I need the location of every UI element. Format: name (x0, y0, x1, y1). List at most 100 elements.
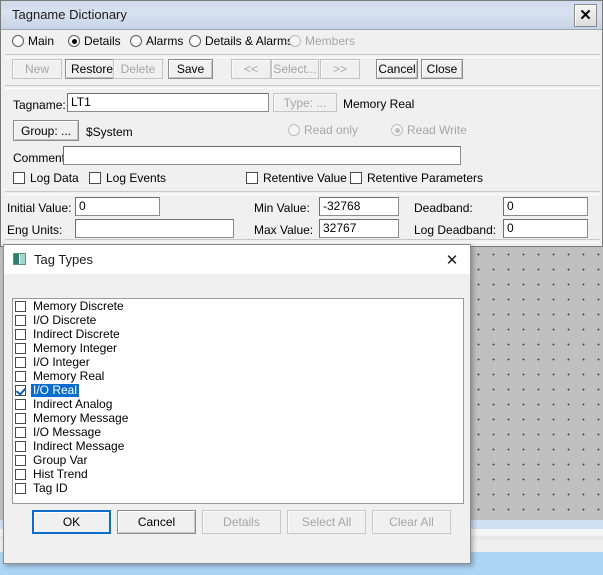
close-icon[interactable]: ✕ (574, 4, 597, 27)
checkbox-icon[interactable] (15, 412, 26, 424)
tag-types-button-row: OK Cancel Details Select All Clear All (4, 510, 472, 540)
list-item[interactable]: Memory Real (13, 369, 463, 383)
toolbar: New Restore Delete Save << Select... >> … (1, 59, 603, 83)
radio-dot-read-only (288, 124, 300, 136)
checkbox-icon[interactable] (15, 440, 26, 452)
log-deadband-input[interactable]: 0 (503, 219, 588, 238)
radio-alarms[interactable]: Alarms (130, 34, 183, 48)
next-button[interactable]: >> (320, 59, 360, 79)
tagname-input[interactable]: LT1 (67, 93, 269, 112)
group-button[interactable]: Group: ... (13, 120, 79, 141)
checkbox-icon[interactable] (15, 482, 26, 494)
list-item-label: I/O Discrete (33, 312, 97, 327)
radio-label-read-only: Read only (304, 123, 359, 137)
eng-units-input[interactable] (75, 219, 234, 238)
checkbox-log-data[interactable]: Log Data (13, 171, 79, 185)
tag-types-listbox[interactable]: Memory Discrete I/O Discrete Indirect Disc… (12, 298, 464, 504)
radio-label-members: Members (305, 34, 356, 48)
list-item[interactable]: I/O Integer (13, 355, 463, 369)
details-button[interactable]: Details (202, 510, 281, 534)
radio-details-and-alarms[interactable]: Details & Alarms (189, 34, 293, 48)
checkbox-log-events[interactable]: Log Events (89, 171, 166, 185)
page-title: Tagname Dictionary (12, 7, 127, 22)
deadband-input[interactable]: 0 (503, 197, 588, 216)
close-button[interactable]: Close (421, 59, 463, 79)
checkbox-icon[interactable] (15, 300, 26, 312)
list-item[interactable]: Memory Integer (13, 341, 463, 355)
deadband-label: Deadband: (414, 201, 473, 215)
checkbox-retentive-parameters[interactable]: Retentive Parameters (350, 171, 483, 185)
max-value-label: Max Value: (254, 223, 314, 237)
clear-all-button[interactable]: Clear All (372, 510, 451, 534)
view-mode-radio-group: Main Details Alarms Details & Alarms Mem… (1, 30, 603, 54)
select-button[interactable]: Select... (271, 59, 319, 79)
list-item[interactable]: Group Var (13, 453, 463, 467)
eng-units-label: Eng Units: (7, 223, 63, 237)
new-button[interactable]: New (12, 59, 62, 79)
checkbox-icon[interactable] (15, 398, 26, 410)
list-item-label: Indirect Analog (33, 396, 113, 411)
tagname-dictionary-window: Tagname Dictionary ✕ Main Details Alarms… (0, 0, 603, 247)
checkbox-icon[interactable] (15, 454, 26, 466)
cancel-button[interactable]: Cancel (117, 510, 196, 534)
list-item[interactable]: Memory Message (13, 411, 463, 425)
list-item-label: I/O Integer (33, 354, 90, 369)
checkbox-box-retentive-value (246, 172, 258, 184)
cancel-button[interactable]: Cancel (376, 59, 418, 79)
checkbox-icon[interactable] (15, 468, 26, 480)
radio-read-only: Read only (288, 123, 358, 137)
checkbox-box-log-data (13, 172, 25, 184)
type-button[interactable]: Type: ... (273, 93, 337, 112)
ok-button[interactable]: OK (32, 510, 111, 534)
select-all-button[interactable]: Select All (287, 510, 366, 534)
comment-input[interactable] (63, 146, 461, 165)
close-icon[interactable]: ✕ (443, 251, 461, 269)
radio-dot-members (289, 35, 301, 47)
list-item-label: Hist Trend (33, 466, 88, 481)
restore-button[interactable]: Restore (65, 59, 119, 79)
list-item[interactable]: Indirect Message (13, 439, 463, 453)
list-item[interactable]: Indirect Analog (13, 397, 463, 411)
tagname-dictionary-titlebar[interactable]: Tagname Dictionary ✕ (1, 1, 602, 30)
radio-main[interactable]: Main (12, 34, 54, 48)
radio-dot-read-write (391, 124, 403, 136)
initial-value-input[interactable]: 0 (75, 197, 160, 216)
separator-bottom (5, 239, 600, 243)
list-item[interactable]: Indirect Discrete (13, 327, 463, 341)
checkbox-icon[interactable] (15, 314, 26, 326)
list-item-label: I/O Message (33, 424, 102, 439)
min-value-label: Min Value: (254, 201, 310, 215)
checkbox-icon[interactable] (15, 384, 26, 396)
checkbox-icon[interactable] (15, 342, 26, 354)
delete-button[interactable]: Delete (113, 59, 163, 79)
list-item[interactable]: I/O Real (13, 383, 463, 397)
separator-top (5, 54, 600, 58)
checkbox-icon[interactable] (15, 370, 26, 382)
list-item[interactable]: I/O Message (13, 425, 463, 439)
checkbox-label-retentive-value: Retentive Value (263, 171, 347, 185)
type-value: Memory Real (343, 97, 415, 111)
min-value-input[interactable]: -32768 (319, 197, 399, 216)
list-item[interactable]: I/O Discrete (13, 313, 463, 327)
radio-label-details-and-alarms: Details & Alarms (205, 34, 294, 48)
checkbox-icon[interactable] (15, 328, 26, 340)
radio-read-write: Read Write (391, 123, 467, 137)
list-item[interactable]: Tag ID (13, 481, 463, 495)
tag-types-dialog: Tag Types ✕ Memory Discrete I/O Discrete I… (3, 244, 471, 564)
checkbox-label-retentive-parameters: Retentive Parameters (367, 171, 484, 185)
checkbox-icon[interactable] (15, 426, 26, 438)
tagname-label: Tagname: (13, 98, 66, 112)
checkbox-retentive-value[interactable]: Retentive Value (246, 171, 347, 185)
radio-details[interactable]: Details (68, 34, 121, 48)
list-item[interactable]: Memory Discrete (13, 299, 463, 313)
list-item-label: Indirect Message (33, 438, 125, 453)
save-button[interactable]: Save (168, 59, 213, 79)
max-value-input[interactable]: 32767 (319, 219, 399, 238)
checkbox-icon[interactable] (15, 356, 26, 368)
prev-button[interactable]: << (231, 59, 271, 79)
initial-value-label: Initial Value: (7, 201, 72, 215)
app-icon (13, 253, 26, 265)
list-item[interactable]: Hist Trend (13, 467, 463, 481)
tag-types-titlebar[interactable]: Tag Types ✕ (4, 245, 470, 274)
list-item-label: Tag ID (33, 480, 68, 495)
